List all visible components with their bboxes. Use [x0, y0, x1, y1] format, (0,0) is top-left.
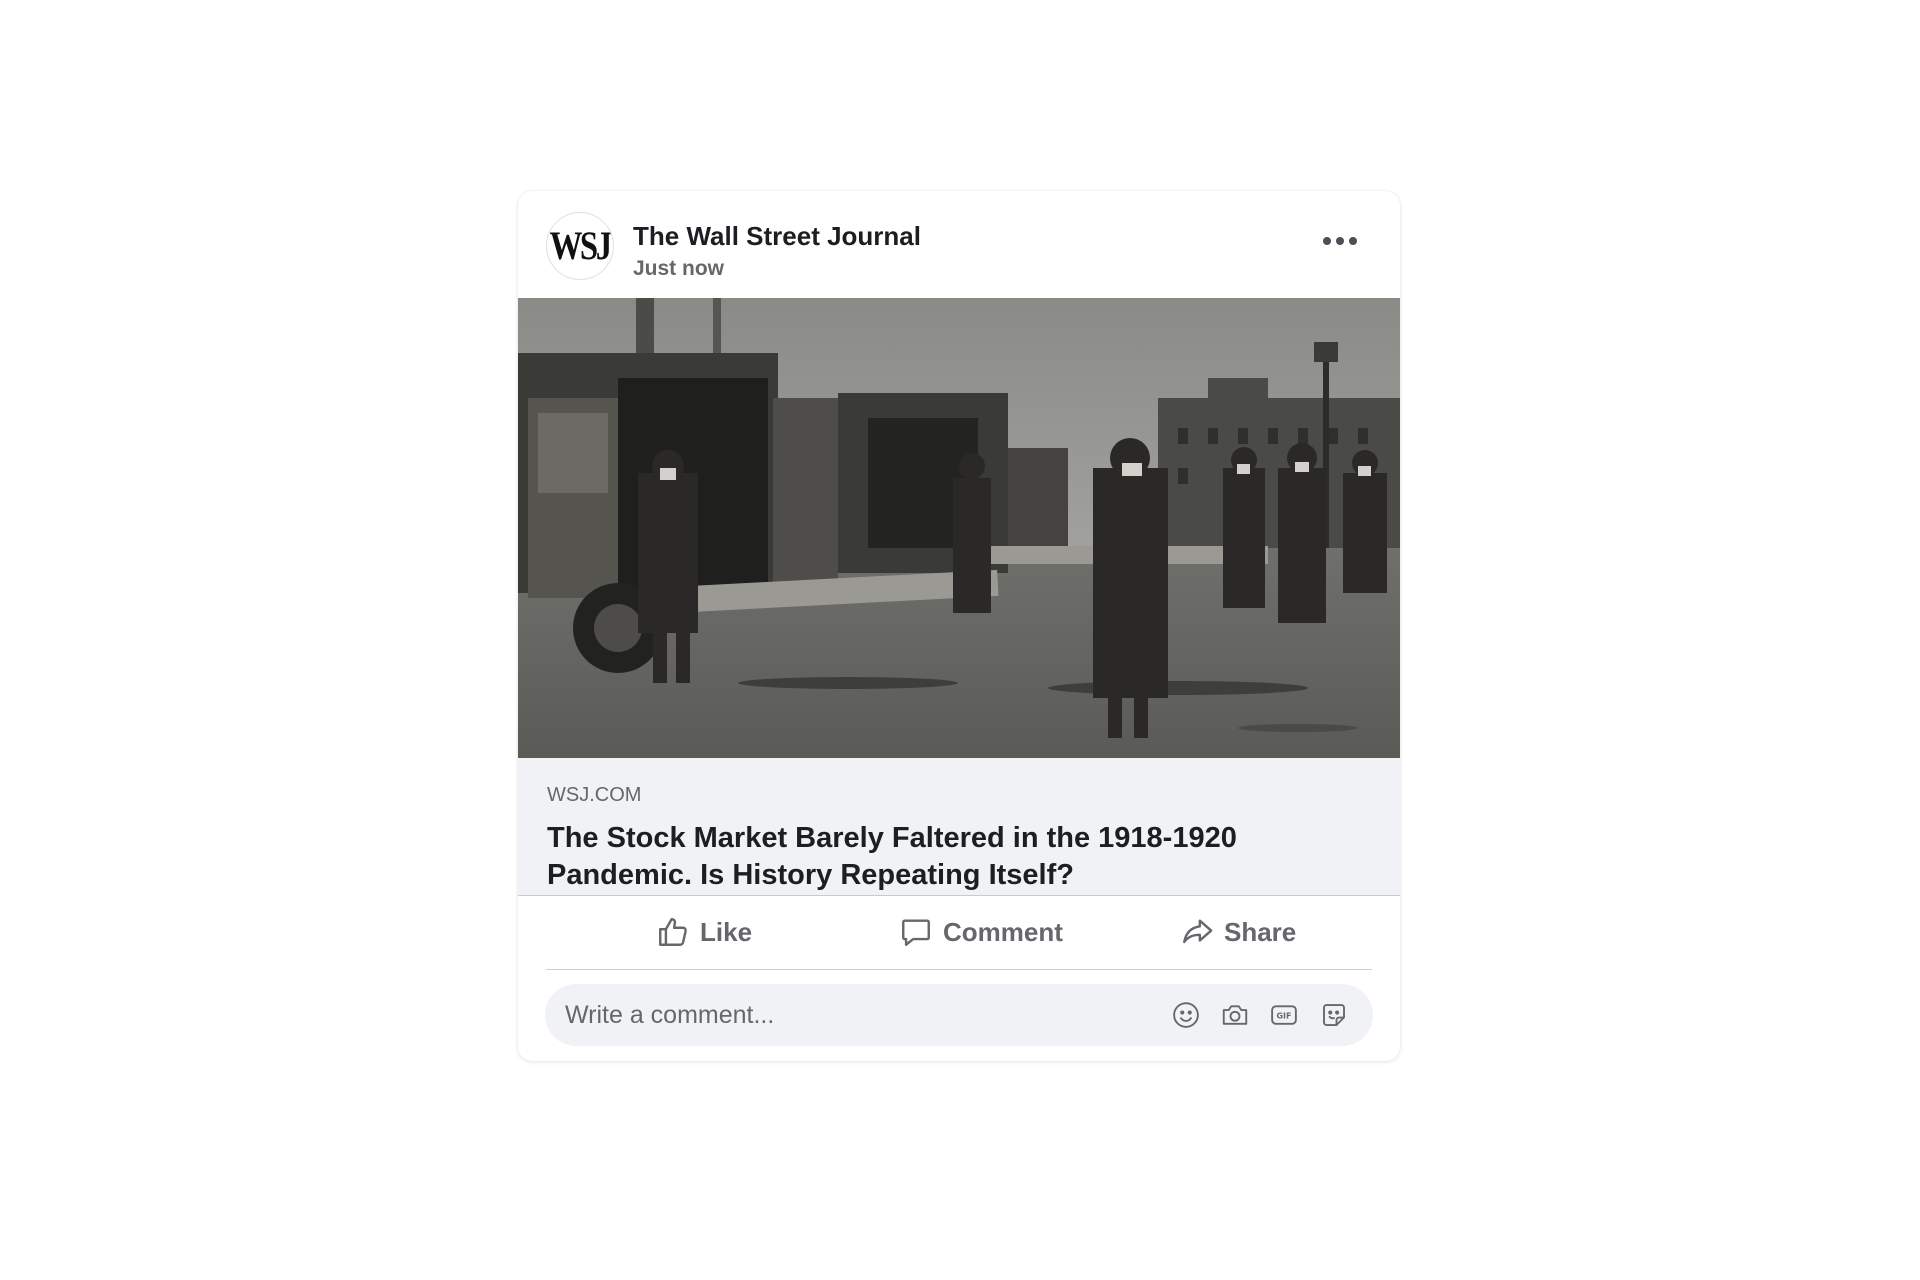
- avatar[interactable]: WSJ: [546, 212, 614, 280]
- comment-label: Comment: [943, 916, 1063, 947]
- feed-post: WSJ The Wall Street Journal Just now WSJ…: [518, 191, 1400, 1061]
- link-preview[interactable]: WSJ.COM The Stock Market Barely Faltered…: [518, 758, 1400, 896]
- avatar-logo: WSJ: [549, 223, 613, 268]
- gif-icon[interactable]: GIF: [1268, 999, 1300, 1031]
- sepia-photo-nurses-ambulances: [518, 298, 1400, 758]
- more-options-button[interactable]: [1318, 219, 1362, 263]
- link-title: The Stock Market Barely Faltered in the …: [547, 822, 1237, 891]
- share-arrow-icon: [1180, 915, 1214, 949]
- thumbs-up-icon: [656, 915, 690, 949]
- link-domain: WSJ.COM: [547, 784, 642, 806]
- comment-input[interactable]: [565, 998, 1125, 1032]
- like-button[interactable]: Like: [656, 909, 752, 955]
- svg-text:GIF: GIF: [1276, 1011, 1291, 1020]
- post-actions: Like Comment Share: [546, 897, 1372, 970]
- post-timestamp[interactable]: Just now: [633, 257, 724, 281]
- speech-bubble-icon: [899, 915, 933, 949]
- more-options-icon-dot: [1336, 237, 1344, 245]
- post-header: WSJ The Wall Street Journal Just now: [518, 191, 1400, 298]
- comment-composer: GIF: [545, 984, 1373, 1046]
- smiley-icon[interactable]: [1170, 999, 1202, 1031]
- more-options-icon-dot: [1349, 237, 1357, 245]
- post-image[interactable]: [518, 298, 1400, 758]
- share-button[interactable]: Share: [1180, 909, 1296, 955]
- sticker-icon[interactable]: [1318, 999, 1350, 1031]
- page-name[interactable]: The Wall Street Journal: [633, 221, 921, 252]
- like-label: Like: [700, 916, 753, 947]
- comment-button[interactable]: Comment: [899, 909, 1063, 955]
- share-label: Share: [1224, 916, 1297, 947]
- camera-icon[interactable]: [1219, 999, 1251, 1031]
- more-options-icon: [1323, 237, 1331, 245]
